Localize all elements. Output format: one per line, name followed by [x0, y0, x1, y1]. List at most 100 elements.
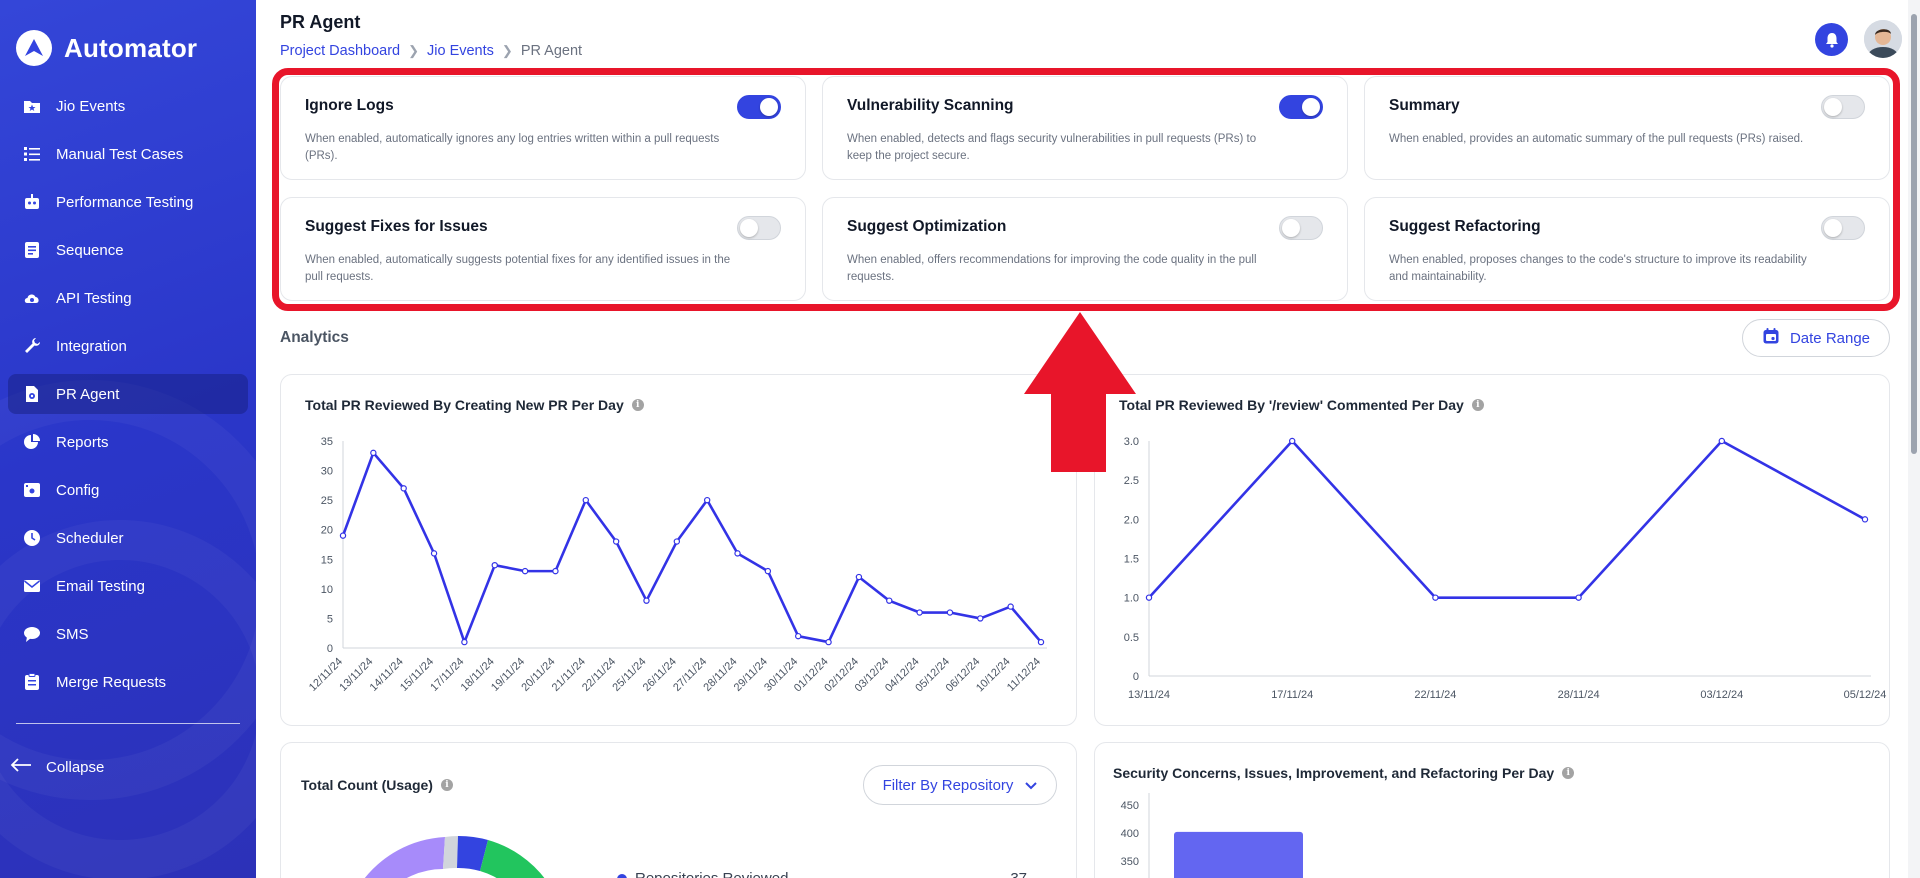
data-point[interactable]	[886, 597, 893, 604]
sidebar-item-label: Jio Events	[56, 97, 126, 115]
chat-bubble-icon	[22, 624, 42, 644]
usage-legend-item: Repositories Reviewed 37	[617, 870, 1027, 878]
sidebar-item-performance-testing[interactable]: Performance Testing	[8, 182, 248, 222]
sidebar-divider	[16, 723, 240, 724]
data-point[interactable]	[491, 561, 498, 569]
line-chart-review-comment: 00.51.01.52.02.53.013/11/24 17/11/24 22/11…	[1124, 436, 1887, 701]
sidebar-item-label: Integration	[56, 337, 127, 355]
data-point[interactable]	[339, 532, 347, 539]
data-point[interactable]	[764, 567, 772, 575]
data-point[interactable]	[430, 550, 438, 557]
data-point[interactable]	[855, 573, 863, 581]
page-scrollbar[interactable]	[1908, 0, 1920, 878]
pie-chart-icon	[22, 432, 42, 452]
legend-label: Repositories Reviewed	[635, 870, 788, 878]
sidebar-item-label: PR Agent	[56, 385, 120, 403]
data-point[interactable]	[1861, 516, 1869, 523]
bar[interactable]	[1174, 831, 1303, 878]
sidebar-item-label: Sequence	[56, 241, 124, 259]
collapse-button[interactable]: Collapse	[10, 757, 104, 777]
data-point[interactable]	[673, 538, 681, 545]
data-point[interactable]	[1718, 437, 1726, 445]
app-logo[interactable]: Automator	[16, 30, 197, 66]
date-range-label: Date Range	[1789, 329, 1871, 347]
calendar-icon	[1762, 327, 1780, 349]
sidebar-item-api-testing[interactable]: API Testing	[8, 278, 248, 318]
sidebar-item-label: Reports	[56, 433, 109, 451]
user-avatar[interactable]	[1864, 20, 1902, 58]
data-point[interactable]	[795, 632, 802, 640]
x-tick-label: 05/12/24	[1844, 689, 1887, 701]
data-point[interactable]	[643, 597, 650, 604]
arrow-left-icon	[10, 757, 32, 777]
chevron-down-icon	[1025, 777, 1038, 794]
sidebar-item-manual-test-cases[interactable]: Manual Test Cases	[8, 134, 248, 174]
sidebar-item-sequence[interactable]: Sequence	[8, 230, 248, 270]
document-list-icon	[22, 240, 42, 260]
data-point[interactable]	[461, 638, 468, 646]
data-point[interactable]	[612, 538, 620, 545]
legend-value: 37	[1010, 870, 1027, 878]
usage-title-text: Total Count (Usage)	[301, 777, 433, 793]
sidebar-item-sms[interactable]: SMS	[8, 614, 248, 654]
breadcrumb-jio-events[interactable]: Jio Events	[427, 43, 494, 59]
y-tick-label: 35	[321, 436, 333, 448]
data-point[interactable]	[825, 638, 832, 646]
sidebar-item-email-testing[interactable]: Email Testing	[8, 566, 248, 606]
donut-slice	[364, 837, 445, 878]
breadcrumb-project-dashboard[interactable]: Project Dashboard	[280, 43, 400, 59]
data-point[interactable]	[946, 609, 954, 616]
sidebar-item-merge-requests[interactable]: Merge Requests	[8, 662, 248, 702]
donut-slice	[443, 836, 458, 869]
sidebar-item-label: API Testing	[56, 289, 132, 307]
robot-icon	[22, 192, 42, 212]
x-tick-label: 17/11/24	[1271, 689, 1313, 701]
y-tick-label: 20	[321, 525, 333, 537]
data-point[interactable]	[582, 496, 589, 504]
sidebar-item-jio-events[interactable]: Jio Events	[8, 86, 248, 126]
sidebar-item-label: Email Testing	[56, 577, 145, 595]
info-icon[interactable]: i	[440, 779, 453, 791]
chart-card-review-comment: Total PR Reviewed By '/review' Commented…	[1094, 374, 1890, 726]
sidebar-item-pr-agent[interactable]: PR Agent	[8, 374, 248, 414]
data-point[interactable]	[1037, 638, 1045, 646]
notification-bell-icon[interactable]	[1815, 23, 1848, 56]
y-tick-label: 25	[321, 495, 333, 507]
analytics-title: Analytics	[280, 329, 349, 346]
series-line	[1148, 439, 1866, 599]
data-point[interactable]	[916, 609, 923, 616]
line-chart-new-pr: 0510152025303512/11/2413/11/2414/11/2415…	[307, 436, 1047, 694]
data-point[interactable]	[521, 567, 529, 575]
chart-card-security: Security Concerns, Issues, Improvement, …	[1094, 742, 1890, 878]
x-tick-label: 03/12/24	[1700, 689, 1743, 701]
data-point[interactable]	[400, 485, 407, 492]
data-point[interactable]	[977, 615, 984, 622]
data-point[interactable]	[703, 496, 711, 504]
x-tick-label: 11/12/24	[1005, 656, 1043, 694]
scrollbar-thumb[interactable]	[1911, 14, 1917, 454]
sidebar-item-label: Merge Requests	[56, 673, 167, 691]
filter-by-repository-dropdown[interactable]: Filter By Repository	[863, 765, 1057, 805]
data-point[interactable]	[1575, 594, 1582, 601]
sidebar-item-integration[interactable]: Integration	[8, 326, 248, 366]
data-point[interactable]	[1145, 594, 1153, 601]
data-point[interactable]	[1432, 594, 1439, 601]
date-range-button[interactable]: Date Range	[1742, 319, 1890, 357]
sidebar-item-scheduler[interactable]: Scheduler	[8, 518, 248, 558]
sidebar-item-config[interactable]: Config	[8, 470, 248, 510]
sidebar-item-reports[interactable]: Reports	[8, 422, 248, 462]
usage-title: Total Count (Usage) i	[301, 777, 453, 793]
red-arrow-annotation	[1024, 312, 1136, 472]
data-point[interactable]	[1007, 603, 1014, 610]
data-point[interactable]	[734, 550, 741, 557]
chevron-right-icon: ❯	[501, 43, 513, 58]
data-point[interactable]	[1288, 437, 1296, 445]
y-tick-label: 0.5	[1124, 632, 1139, 644]
clipboard-icon	[22, 672, 42, 692]
series-line	[341, 451, 1042, 644]
data-point[interactable]	[370, 449, 377, 457]
y-tick-label: 0	[327, 643, 333, 655]
data-point[interactable]	[552, 567, 559, 575]
usage-donut-chart	[364, 835, 545, 878]
logo-icon	[16, 30, 52, 66]
